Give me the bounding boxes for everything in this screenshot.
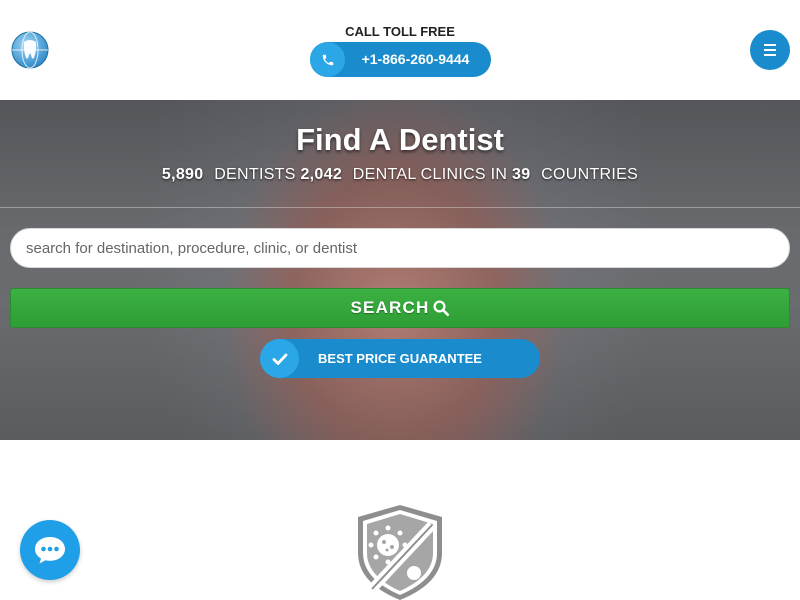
globe-logo-icon[interactable] <box>10 31 50 69</box>
chat-button[interactable] <box>20 520 80 580</box>
dentists-count: 5,890 <box>161 166 204 183</box>
checkmark-icon <box>260 339 299 378</box>
hamburger-menu-icon <box>764 44 776 56</box>
menu-button[interactable] <box>750 30 790 70</box>
hero-section: Find A Dentist 5,890 DENTISTS 2,042 DENT… <box>0 100 800 440</box>
search-input[interactable] <box>10 228 790 268</box>
phone-number: +1-866-260-9444 <box>361 51 470 67</box>
clinics-label: DENTAL CLINICS IN <box>352 166 508 183</box>
covid-19-trust-shield-icon <box>350 503 450 600</box>
best-price-guarantee-badge[interactable]: BEST PRICE GUARANTEE <box>260 339 540 378</box>
clinics-count: 2,042 <box>300 166 343 183</box>
guarantee-label: BEST PRICE GUARANTEE <box>318 351 482 366</box>
call-toll-free-label: CALL TOLL FREE <box>345 24 455 39</box>
search-button-label: SEARCH <box>350 298 430 317</box>
chat-bubble-icon <box>35 537 65 564</box>
phone-icon <box>310 42 345 77</box>
phone-call-button[interactable]: +1-866-260-9444 <box>310 42 491 77</box>
hero-stats: 5,890 DENTISTS 2,042 DENTAL CLINICS IN 3… <box>0 166 800 184</box>
countries-count: 39 <box>512 166 531 183</box>
countries-label: COUNTRIES <box>541 166 639 183</box>
search-button[interactable]: SEARCH <box>10 288 790 328</box>
page-title: Find A Dentist <box>296 122 504 157</box>
hero-divider <box>0 207 800 208</box>
site-header: CALL TOLL FREE +1-866-260-9444 <box>0 0 800 100</box>
dentists-label: DENTISTS <box>214 166 296 183</box>
search-icon <box>433 300 449 317</box>
